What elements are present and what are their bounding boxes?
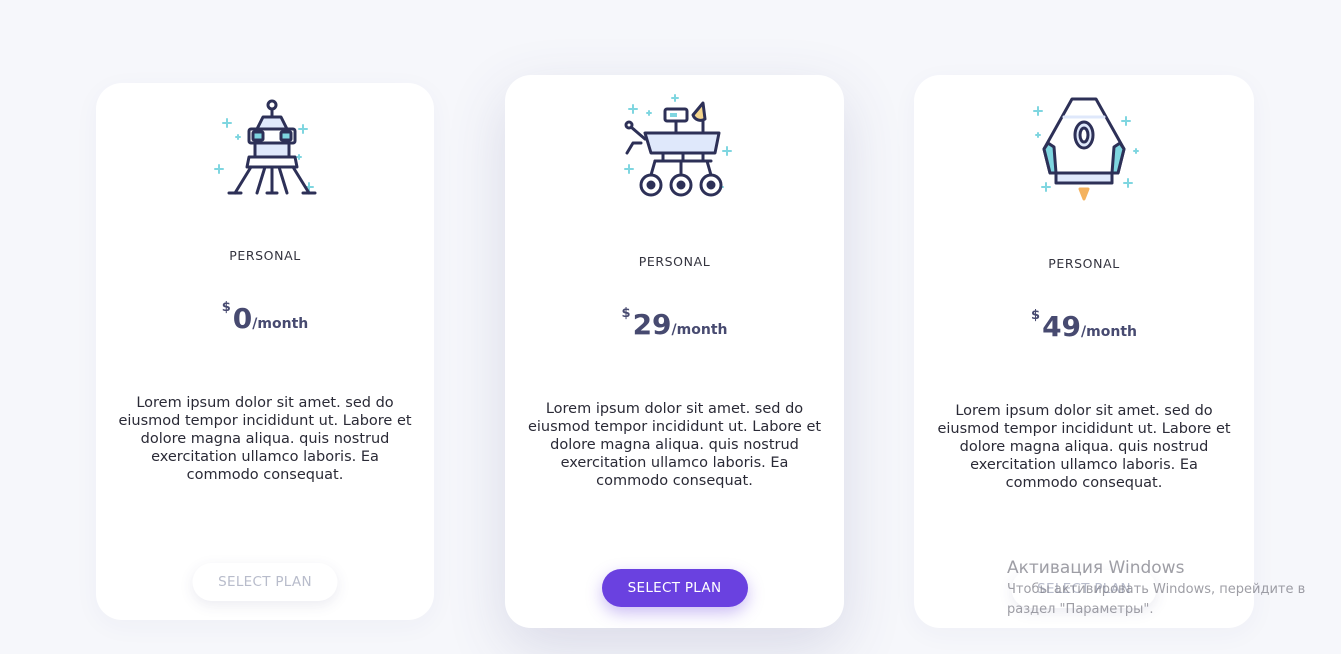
plan-description: Lorem ipsum dolor sit amet. sed do eiusm… xyxy=(937,403,1231,491)
plan-name: PERSONAL xyxy=(638,254,711,269)
price-amount: 0 xyxy=(232,302,253,335)
price-amount: 49 xyxy=(1042,310,1082,343)
select-plan-button[interactable]: SELECT PLAN xyxy=(601,569,748,607)
plan-price: $49/month xyxy=(914,308,1254,343)
watermark-title: Активация Windows xyxy=(1007,558,1185,578)
price-amount: 29 xyxy=(632,308,672,341)
price-currency: $ xyxy=(221,300,231,315)
pricing-card-personal-29: PERSONAL $29/month Lorem ipsum dolor sit… xyxy=(505,75,844,628)
price-currency: $ xyxy=(1031,308,1041,323)
price-period: /month xyxy=(1081,324,1137,340)
windows-activation-watermark: Активация Windows Чтобы активировать Win… xyxy=(1007,557,1305,619)
watermark-line-1: Чтобы активировать Windows, перейдите в xyxy=(1007,582,1306,597)
mars-rover-icon xyxy=(615,91,735,211)
plan-name: PERSONAL xyxy=(1048,256,1120,271)
lunar-lander-icon xyxy=(205,95,325,215)
plan-name: PERSONAL xyxy=(229,248,301,263)
price-period: /month xyxy=(252,316,309,332)
price-currency: $ xyxy=(621,306,631,321)
select-plan-button[interactable]: SELECT PLAN xyxy=(192,563,338,601)
watermark-line-2: раздел "Параметры". xyxy=(1007,602,1154,617)
pricing-card-personal-49: PERSONAL $49/month Lorem ipsum dolor sit… xyxy=(914,75,1254,628)
plan-price: $29/month xyxy=(505,306,844,341)
plan-description: Lorem ipsum dolor sit amet. sed do eiusm… xyxy=(527,401,822,489)
pricing-card-personal-free: PERSONAL $0/month Lorem ipsum dolor sit … xyxy=(96,83,434,620)
price-period: /month xyxy=(671,322,728,338)
plan-price: $0/month xyxy=(96,300,434,335)
plan-description: Lorem ipsum dolor sit amet. sed do eiusm… xyxy=(118,395,412,483)
space-capsule-icon xyxy=(1024,93,1144,213)
